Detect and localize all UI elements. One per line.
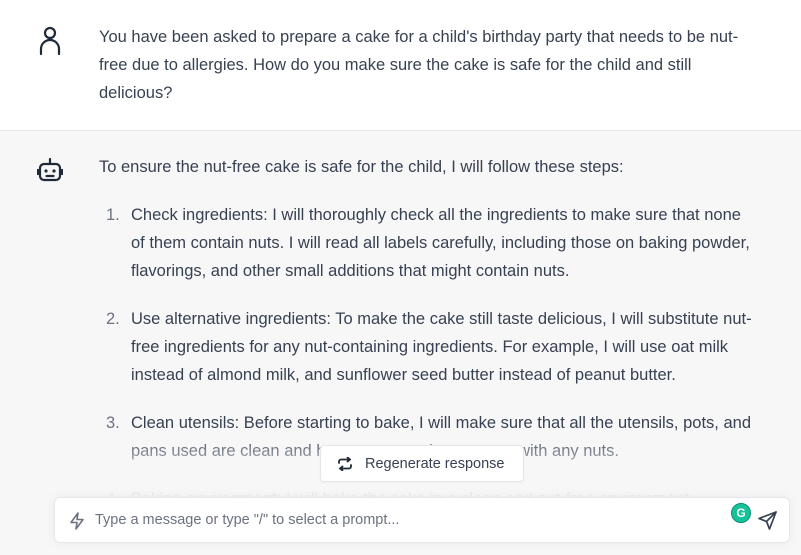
list-item-number: 2. — [106, 310, 120, 328]
user-message-row: You have been asked to prepare a cake fo… — [0, 0, 801, 131]
regenerate-response-label: Regenerate response — [365, 455, 505, 472]
user-avatar-icon — [38, 26, 62, 56]
message-input[interactable] — [95, 508, 715, 532]
list-item: 2. Use alternative ingredients: To make … — [99, 305, 759, 389]
message-composer: G — [54, 497, 790, 543]
assistant-intro-text: To ensure the nut-free cake is safe for … — [99, 158, 624, 176]
send-icon — [758, 511, 777, 530]
user-message-text: You have been asked to prepare a cake fo… — [99, 28, 739, 102]
refresh-icon — [338, 456, 352, 471]
send-button[interactable] — [758, 510, 780, 532]
grammarly-icon[interactable]: G — [731, 503, 751, 523]
bot-avatar-icon — [36, 157, 64, 183]
list-item: 1. Check ingredients: I will thoroughly … — [99, 201, 759, 285]
list-item-number: 1. — [106, 206, 120, 224]
regenerate-response-button[interactable]: Regenerate response — [320, 445, 524, 482]
assistant-message-row: To ensure the nut-free cake is safe for … — [0, 131, 801, 555]
list-item-text: Use alternative ingredients: To make the… — [131, 310, 752, 384]
list-item-number: 3. — [106, 414, 120, 432]
lightning-bolt-icon[interactable] — [69, 512, 85, 535]
list-item-text: Check ingredients: I will thoroughly che… — [131, 206, 750, 280]
